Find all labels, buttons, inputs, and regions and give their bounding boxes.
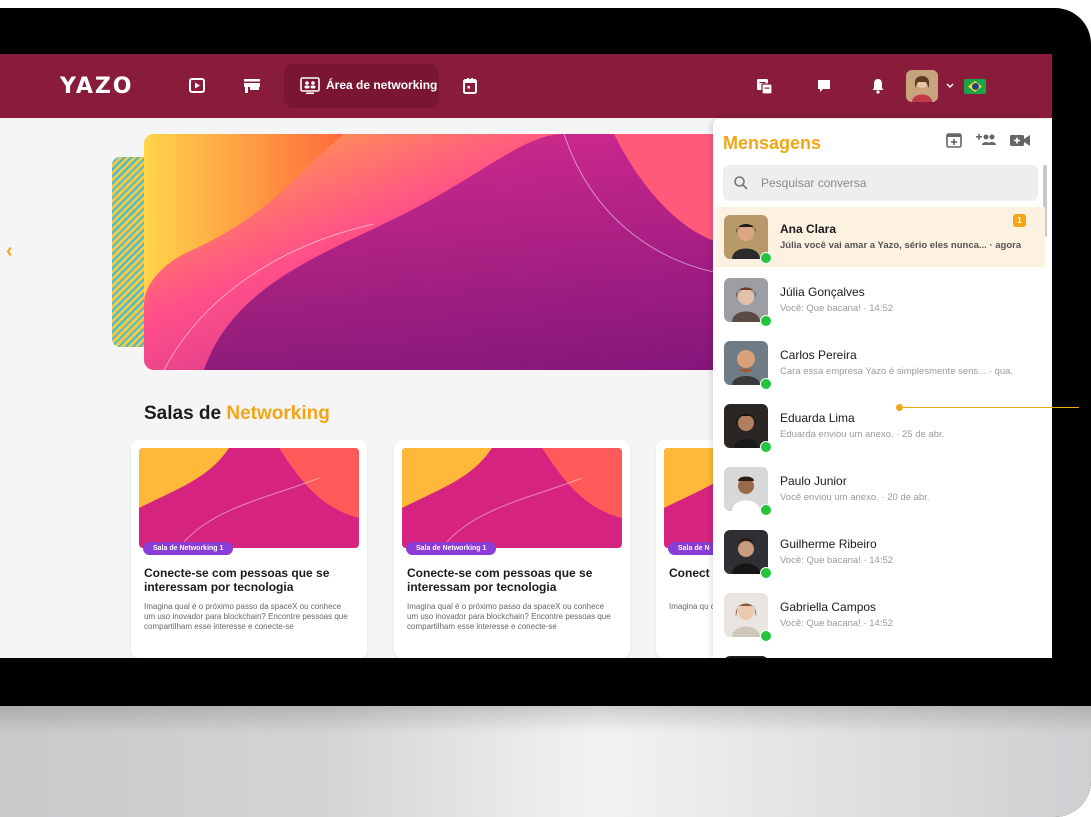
conversation-preview: Você: Que bacana! · 14:52 [780, 618, 894, 629]
conversation-item[interactable]: Guilherme Ribeiro Você: Que bacana! · 14… [716, 522, 1045, 582]
conversation-name: Júlia Gonçalves [780, 285, 865, 299]
card-thumbnail [402, 448, 622, 548]
chevron-down-icon[interactable] [944, 78, 956, 94]
tab-networking-label: Área de networking [326, 78, 438, 92]
networking-room-card[interactable]: Sala de Networking 1 Conecte-se com pess… [394, 440, 630, 658]
callout-line [899, 407, 1079, 408]
conversation-item[interactable]: Carlos Pereira Cara essa empresa Yazo é … [716, 333, 1045, 393]
translate-icon[interactable] [754, 76, 774, 96]
card-thumbnail [139, 448, 359, 548]
carousel-prev-arrow[interactable]: ‹ [6, 240, 13, 263]
online-status-dot [760, 504, 772, 516]
screenshot: YAZO Área de networking ‹ Salas de Netwo… [0, 0, 1091, 817]
avatar [724, 656, 768, 658]
conversation-item[interactable]: Júlia Gonçalves Você: Que bacana! · 14:5… [716, 270, 1045, 330]
conversation-name: Ana Clara [780, 222, 837, 236]
card-description: Imagina qual é o próximo passo da spaceX… [407, 602, 611, 631]
new-calendar-event-icon[interactable] [945, 131, 963, 154]
conversation-item[interactable]: Paulo Junior Você enviou um anexo. · 20 … [716, 459, 1045, 519]
card-tag: Sala de Networking 1 [143, 542, 234, 555]
messages-panel: Mensagens Pesquisar conversa Ana Clara J… [713, 119, 1052, 658]
section-title: Salas de Networking [144, 403, 330, 425]
chat-icon[interactable] [814, 76, 834, 96]
online-status-dot [760, 630, 772, 642]
card-title: Conecte-se com pessoas que se interessam… [407, 566, 593, 594]
conversation-preview: Você: Que bacana! · 14:52 [780, 555, 894, 566]
hero-banner[interactable] [144, 134, 724, 370]
online-status-dot [760, 252, 772, 264]
unread-badge: 1 [1013, 214, 1026, 227]
conversation-preview: Você enviou um anexo. · 20 de abr. [780, 492, 930, 503]
app-screen: YAZO Área de networking ‹ Salas de Netwo… [0, 54, 1052, 658]
card-tag: Sala de Networking 1 [406, 542, 497, 555]
online-status-dot [760, 441, 772, 453]
conversation-preview: Eduarda enviou um anexo. · 25 de abr. [780, 429, 945, 440]
conversation-preview: Júlia você vai amar a Yazo, sério eles n… [780, 240, 1022, 251]
card-description: Imagina qual é o próximo passo da spaceX… [144, 602, 348, 631]
store-icon[interactable] [242, 76, 262, 96]
add-group-icon[interactable] [975, 131, 997, 154]
conversation-name: Guilherme Ribeiro [780, 537, 877, 551]
online-status-dot [760, 315, 772, 327]
search-placeholder: Pesquisar conversa [761, 176, 867, 190]
conversation-name: Gabriella Campos [780, 600, 877, 614]
search-icon [733, 175, 749, 196]
networking-screen-icon [300, 77, 320, 95]
conversation-preview: Você: Que bacana! · 14:52 [780, 303, 894, 314]
conversation-item[interactable]: Ana Clara Júlia você vai amar a Yazo, sé… [716, 207, 1045, 267]
calendar-icon[interactable] [460, 76, 480, 96]
card-tag: Sala de N [668, 542, 720, 555]
section-title-accent: Networking [226, 403, 330, 424]
search-conversation-input[interactable]: Pesquisar conversa [723, 165, 1038, 201]
conversation-name: Eduarda Lima [780, 411, 855, 425]
card-title: Conecte-se com pessoas que se interessam… [144, 566, 330, 594]
online-status-dot [760, 567, 772, 579]
yazo-logo[interactable]: YAZO [60, 74, 134, 99]
play-video-icon[interactable] [187, 76, 207, 96]
online-status-dot [760, 378, 772, 390]
top-navigation-bar: YAZO Área de networking [0, 54, 1052, 118]
callout-dot [896, 404, 903, 411]
section-title-start: Salas de [144, 403, 227, 424]
conversation-name: Carlos Pereira [780, 348, 857, 362]
networking-room-card[interactable]: Sala de Networking 1 Conecte-se com pess… [131, 440, 367, 658]
video-call-icon[interactable] [1009, 131, 1031, 154]
conversation-item[interactable]: Eduarda Lima Eduarda enviou um anexo. · … [716, 396, 1045, 456]
notifications-bell-icon[interactable] [868, 76, 888, 96]
conversation-name: Paulo Junior [780, 474, 847, 488]
conversation-item[interactable] [716, 648, 1045, 658]
tab-networking-area[interactable]: Área de networking [284, 64, 439, 108]
messages-title: Mensagens [723, 133, 822, 153]
user-avatar[interactable] [906, 70, 938, 102]
brazil-flag-icon[interactable] [964, 79, 986, 94]
laptop-base-shine [0, 706, 1091, 817]
conversation-preview: Cara essa empresa Yazo é simplesmente se… [780, 366, 1014, 377]
conversation-item[interactable]: Gabriella Campos Você: Que bacana! · 14:… [716, 585, 1045, 645]
